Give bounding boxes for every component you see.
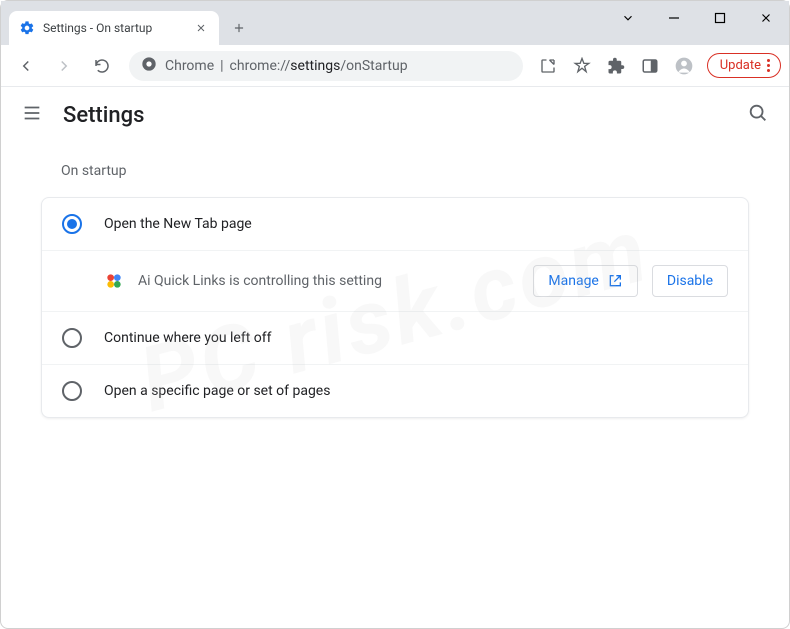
disable-button[interactable]: Disable	[652, 265, 728, 297]
gear-icon	[19, 20, 35, 36]
radio-checked-icon	[62, 214, 82, 234]
chevron-down-icon[interactable]	[605, 2, 651, 34]
new-tab-button[interactable]	[225, 14, 253, 42]
radio-unchecked-icon	[62, 381, 82, 401]
extension-logo-icon	[104, 271, 124, 291]
share-icon[interactable]	[533, 51, 563, 81]
section-title: On startup	[61, 163, 749, 179]
option-new-tab[interactable]: Open the New Tab page	[42, 198, 748, 251]
menu-dots-icon	[767, 59, 770, 72]
settings-header: Settings	[1, 87, 789, 143]
browser-toolbar: Chrome | chrome://settings/onStartup Upd…	[1, 45, 789, 87]
address-text: Chrome | chrome://settings/onStartup	[165, 58, 408, 74]
update-button[interactable]: Update	[707, 53, 781, 78]
maximize-button[interactable]	[697, 2, 743, 34]
minimize-button[interactable]	[651, 2, 697, 34]
forward-button[interactable]	[47, 49, 81, 83]
reload-button[interactable]	[85, 49, 119, 83]
address-bar[interactable]: Chrome | chrome://settings/onStartup	[129, 51, 523, 81]
manage-button[interactable]: Manage	[533, 265, 637, 297]
hamburger-icon[interactable]	[21, 102, 45, 128]
window-titlebar: Settings - On startup	[1, 1, 789, 45]
tab-title: Settings - On startup	[43, 21, 185, 35]
open-external-icon	[607, 273, 623, 289]
close-icon[interactable]	[193, 20, 209, 36]
extension-notice: Ai Quick Links is controlling this setti…	[42, 251, 748, 312]
chrome-icon	[141, 56, 157, 76]
back-button[interactable]	[9, 49, 43, 83]
extensions-icon[interactable]	[601, 51, 631, 81]
sidepanel-icon[interactable]	[635, 51, 665, 81]
browser-tab[interactable]: Settings - On startup	[9, 11, 219, 45]
window-controls	[605, 1, 789, 45]
option-specific-pages[interactable]: Open a specific page or set of pages	[42, 365, 748, 417]
startup-card: Open the New Tab page Ai Quick Links is …	[41, 197, 749, 418]
bookmark-icon[interactable]	[567, 51, 597, 81]
profile-icon[interactable]	[669, 51, 699, 81]
page-title: Settings	[63, 103, 144, 128]
close-button[interactable]	[743, 2, 789, 34]
option-continue[interactable]: Continue where you left off	[42, 312, 748, 365]
search-icon[interactable]	[747, 102, 769, 128]
radio-unchecked-icon	[62, 328, 82, 348]
settings-content: On startup Open the New Tab page Ai Quic…	[1, 143, 789, 438]
